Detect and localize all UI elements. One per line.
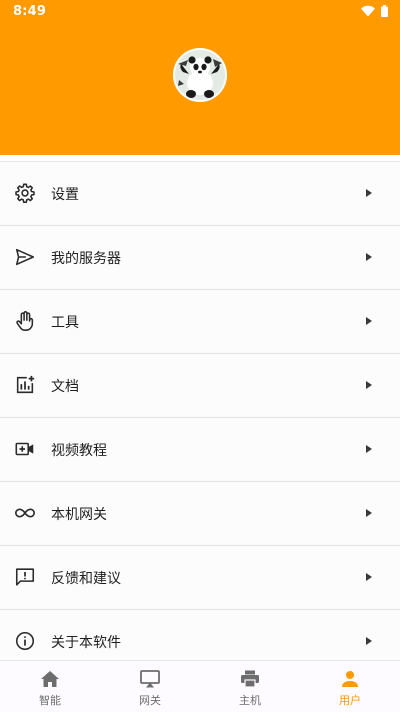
settings-menu: 设置 我的服务器 工具 文档 视频教程 本机网关 反馈和建议 关于本软件	[0, 161, 400, 660]
menu-item-video-tutorials[interactable]: 视频教程	[0, 418, 400, 482]
chevron-right-icon	[366, 445, 372, 453]
menu-item-label: 我的服务器	[51, 251, 121, 267]
menu-item-feedback[interactable]: 反馈和建议	[0, 546, 400, 610]
panda-avatar	[175, 50, 225, 100]
hand-icon	[16, 311, 34, 331]
chevron-right-icon	[366, 253, 372, 261]
wifi-icon	[361, 5, 375, 17]
status-icons	[361, 5, 388, 17]
infinity-icon	[15, 508, 35, 518]
nav-tab-label: 用户	[339, 694, 361, 707]
bottom-navigation: 智能 网关 主机 用户	[0, 660, 400, 712]
chevron-right-icon	[366, 189, 372, 197]
send-icon	[15, 248, 35, 266]
chevron-right-icon	[366, 637, 372, 645]
menu-item-about[interactable]: 关于本软件	[0, 610, 400, 660]
nav-tab-label: 智能	[39, 694, 61, 707]
feedback-icon	[15, 568, 35, 586]
menu-item-label: 关于本软件	[51, 635, 121, 651]
chevron-right-icon	[366, 381, 372, 389]
menu-item-settings[interactable]: 设置	[0, 162, 400, 226]
nav-tab-user[interactable]: 用户	[300, 661, 400, 712]
nav-tab-smart[interactable]: 智能	[0, 661, 100, 712]
info-icon	[15, 631, 35, 651]
menu-item-local-gateway[interactable]: 本机网关	[0, 482, 400, 546]
profile-header: 8:49	[0, 0, 400, 155]
chevron-right-icon	[366, 509, 372, 517]
menu-item-label: 反馈和建议	[51, 571, 121, 587]
menu-item-label: 工具	[51, 315, 79, 331]
home-icon	[41, 671, 59, 687]
cast-icon	[140, 670, 160, 688]
avatar[interactable]	[173, 48, 227, 102]
nav-tab-host[interactable]: 主机	[200, 661, 300, 712]
printer-icon	[241, 670, 259, 688]
menu-item-label: 设置	[51, 187, 79, 203]
menu-item-tools[interactable]: 工具	[0, 290, 400, 354]
gear-icon	[15, 183, 35, 204]
menu-item-docs[interactable]: 文档	[0, 354, 400, 418]
person-icon	[342, 671, 358, 687]
battery-icon	[381, 5, 388, 17]
menu-item-label: 本机网关	[51, 507, 107, 523]
menu-item-my-servers[interactable]: 我的服务器	[0, 226, 400, 290]
nav-tab-label: 网关	[139, 694, 161, 707]
menu-item-label: 文档	[51, 379, 79, 395]
menu-item-label: 视频教程	[51, 443, 107, 459]
video-add-icon	[15, 442, 34, 456]
chart-add-icon	[16, 375, 35, 394]
nav-tab-gateway[interactable]: 网关	[100, 661, 200, 712]
status-time: 8:49	[13, 4, 47, 19]
chevron-right-icon	[366, 317, 372, 325]
nav-tab-label: 主机	[239, 694, 261, 707]
chevron-right-icon	[366, 573, 372, 581]
status-bar: 8:49	[0, 0, 400, 24]
